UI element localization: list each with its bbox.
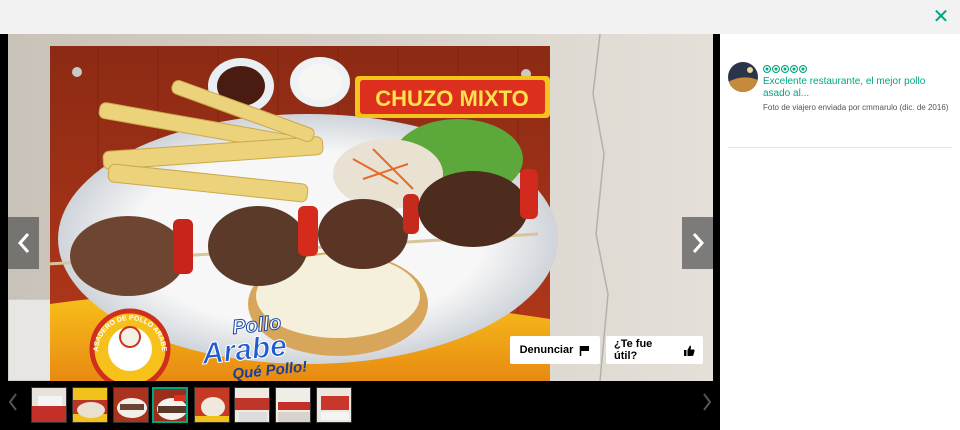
thumbs-up-icon [684, 345, 695, 356]
chevron-left-icon [17, 233, 29, 253]
review-title-link[interactable]: Excelente restaurante, el mejor pollo as… [763, 76, 953, 100]
thumbnail-image [195, 388, 229, 422]
photo-viewer: CHUZO MIXTO ASADERO DE POLLO ARABE Pollo… [0, 34, 720, 430]
chevron-right-icon [692, 233, 704, 253]
strip-prev-button[interactable] [6, 393, 20, 417]
thumbnail[interactable] [113, 387, 149, 423]
avatar[interactable] [728, 62, 758, 92]
thumbnail-image [114, 388, 148, 422]
thumbnail[interactable] [72, 387, 108, 423]
report-label: Denunciar [519, 344, 574, 356]
divider [728, 147, 952, 148]
lightbox-header: ✕ [0, 0, 960, 34]
next-photo-button[interactable] [682, 217, 713, 269]
review-body: Excelente restaurante, el mejor pollo as… [763, 65, 953, 113]
user-avatar-image [728, 62, 758, 92]
chevron-left-icon [8, 393, 17, 411]
prev-photo-button[interactable] [8, 217, 39, 269]
close-icon: ✕ [932, 6, 950, 28]
thumbnail[interactable] [316, 387, 352, 423]
thumbnail-image [317, 388, 351, 422]
helpful-button[interactable]: ¿Te fue útil? [606, 336, 703, 364]
main-photo[interactable]: CHUZO MIXTO ASADERO DE POLLO ARABE Pollo… [8, 34, 713, 381]
thumbnail[interactable] [234, 387, 270, 423]
sign-heading: CHUZO MIXTO [375, 86, 529, 111]
thumbnail[interactable] [275, 387, 311, 423]
rating-bubble-icon [781, 65, 789, 73]
rating-bubble-icon [790, 65, 798, 73]
chevron-right-icon [703, 393, 712, 411]
close-button[interactable]: ✕ [930, 6, 952, 28]
helpful-label: ¿Te fue útil? [614, 338, 653, 362]
strip-next-button[interactable] [700, 393, 714, 417]
photo-attribution: Foto de viajero enviada por cmmarulo (di… [763, 103, 949, 112]
thumbnail-strip [0, 381, 720, 430]
thumbnail-image [73, 388, 107, 422]
photo-info-sidebar: Excelente restaurante, el mejor pollo as… [720, 34, 960, 430]
thumbnail-image [276, 388, 310, 422]
rating-bubble-icon [763, 65, 771, 73]
thumbnail[interactable] [194, 387, 230, 423]
flag-icon [580, 345, 590, 356]
rating-bubble-icon [799, 65, 807, 73]
rating-bubbles [763, 65, 953, 74]
report-button[interactable]: Denunciar [510, 336, 600, 364]
food-photo-image: CHUZO MIXTO ASADERO DE POLLO ARABE Pollo… [8, 34, 713, 381]
thumbnail-active[interactable] [152, 387, 188, 423]
thumbnail-image [32, 388, 66, 422]
thumbnail-image [235, 388, 269, 422]
rating-bubble-icon [772, 65, 780, 73]
thumbnail-image [154, 389, 186, 421]
thumbnail[interactable] [31, 387, 67, 423]
